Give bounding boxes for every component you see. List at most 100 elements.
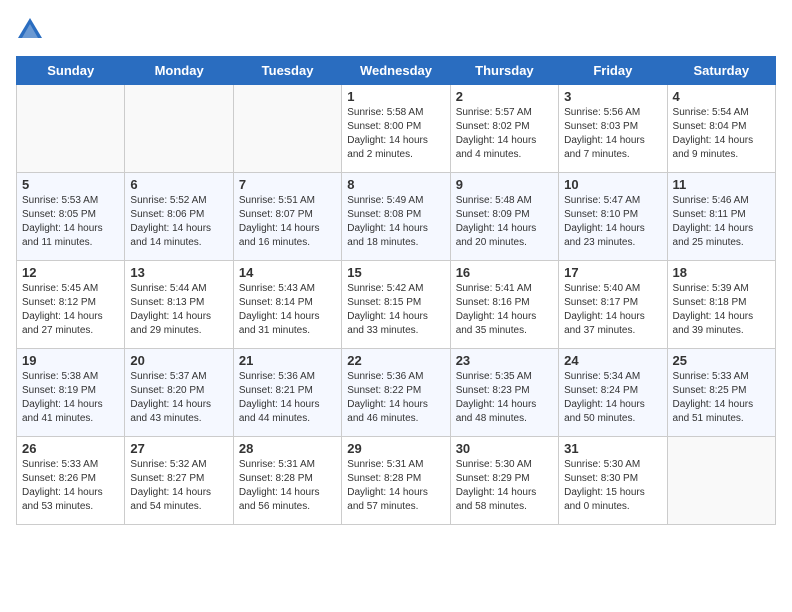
day-header-wednesday: Wednesday: [342, 57, 450, 85]
calendar-day-28: 28 Sunrise: 5:31 AMSunset: 8:28 PMDayligh…: [233, 437, 341, 525]
day-number: 3: [564, 89, 661, 104]
calendar-week-row: 1 Sunrise: 5:58 AMSunset: 8:00 PMDaylight…: [17, 85, 776, 173]
day-info: Sunrise: 5:39 AMSunset: 8:18 PMDaylight:…: [673, 282, 770, 338]
calendar-day-15: 15 Sunrise: 5:42 AMSunset: 8:15 PMDayligh…: [342, 261, 450, 349]
day-number: 31: [564, 441, 661, 456]
calendar-day-5: 5 Sunrise: 5:53 AMSunset: 8:05 PMDaylight…: [17, 173, 125, 261]
calendar-day-22: 22 Sunrise: 5:36 AMSunset: 8:22 PMDayligh…: [342, 349, 450, 437]
day-info: Sunrise: 5:48 AMSunset: 8:09 PMDaylight:…: [456, 194, 553, 250]
calendar-day-empty: [667, 437, 775, 525]
calendar-day-11: 11 Sunrise: 5:46 AMSunset: 8:11 PMDayligh…: [667, 173, 775, 261]
day-info: Sunrise: 5:58 AMSunset: 8:00 PMDaylight:…: [347, 106, 444, 162]
day-number: 12: [22, 265, 119, 280]
calendar-week-row: 12 Sunrise: 5:45 AMSunset: 8:12 PMDayligh…: [17, 261, 776, 349]
calendar-day-17: 17Sunrise: 5:40 AMSunset: 8:17 PMDayligh…: [559, 261, 667, 349]
day-number: 7: [239, 177, 336, 192]
day-header-thursday: Thursday: [450, 57, 558, 85]
calendar-day-1: 1 Sunrise: 5:58 AMSunset: 8:00 PMDaylight…: [342, 85, 450, 173]
calendar-day-14: 14Sunrise: 5:43 AMSunset: 8:14 PMDayligh…: [233, 261, 341, 349]
calendar-day-13: 13 Sunrise: 5:44 AMSunset: 8:13 PMDayligh…: [125, 261, 233, 349]
day-number: 18: [673, 265, 770, 280]
day-header-saturday: Saturday: [667, 57, 775, 85]
day-info: Sunrise: 5:37 AMSunset: 8:20 PMDaylight:…: [130, 370, 227, 426]
day-header-sunday: Sunday: [17, 57, 125, 85]
calendar-week-row: 5 Sunrise: 5:53 AMSunset: 8:05 PMDaylight…: [17, 173, 776, 261]
day-number: 15: [347, 265, 444, 280]
day-number: 25: [673, 353, 770, 368]
day-number: 28: [239, 441, 336, 456]
day-info: Sunrise: 5:38 AMSunset: 8:19 PMDaylight:…: [22, 370, 119, 426]
calendar-day-empty: [17, 85, 125, 173]
calendar-day-26: 26 Sunrise: 5:33 AMSunset: 8:26 PMDayligh…: [17, 437, 125, 525]
day-number: 2: [456, 89, 553, 104]
calendar-day-31: 31 Sunrise: 5:30 AMSunset: 8:30 PMDayligh…: [559, 437, 667, 525]
day-info: Sunrise: 5:34 AMSunset: 8:24 PMDaylight:…: [564, 370, 661, 426]
calendar-day-12: 12 Sunrise: 5:45 AMSunset: 8:12 PMDayligh…: [17, 261, 125, 349]
logo-icon: [16, 16, 44, 44]
day-info: Sunrise: 5:52 AMSunset: 8:06 PMDaylight:…: [130, 194, 227, 250]
calendar-day-19: 19 Sunrise: 5:38 AMSunset: 8:19 PMDayligh…: [17, 349, 125, 437]
calendar-day-25: 25 Sunrise: 5:33 AMSunset: 8:25 PMDayligh…: [667, 349, 775, 437]
day-info: Sunrise: 5:45 AMSunset: 8:12 PMDaylight:…: [22, 282, 119, 338]
day-number: 13: [130, 265, 227, 280]
day-number: 22: [347, 353, 444, 368]
day-number: 17: [564, 265, 661, 280]
day-info: Sunrise: 5:44 AMSunset: 8:13 PMDaylight:…: [130, 282, 227, 338]
calendar-day-9: 9 Sunrise: 5:48 AMSunset: 8:09 PMDaylight…: [450, 173, 558, 261]
day-info: Sunrise: 5:42 AMSunset: 8:15 PMDaylight:…: [347, 282, 444, 338]
calendar-day-3: 3 Sunrise: 5:56 AMSunset: 8:03 PMDaylight…: [559, 85, 667, 173]
logo: [16, 16, 48, 44]
day-number: 19: [22, 353, 119, 368]
day-number: 14: [239, 265, 336, 280]
calendar-day-29: 29 Sunrise: 5:31 AMSunset: 8:28 PMDayligh…: [342, 437, 450, 525]
day-number: 29: [347, 441, 444, 456]
calendar-day-18: 18 Sunrise: 5:39 AMSunset: 8:18 PMDayligh…: [667, 261, 775, 349]
calendar-day-20: 20 Sunrise: 5:37 AMSunset: 8:20 PMDayligh…: [125, 349, 233, 437]
day-header-tuesday: Tuesday: [233, 57, 341, 85]
page-header: [16, 16, 776, 44]
calendar-day-21: 21Sunrise: 5:36 AMSunset: 8:21 PMDayligh…: [233, 349, 341, 437]
day-info: Sunrise: 5:33 AMSunset: 8:26 PMDaylight:…: [22, 458, 119, 514]
calendar-day-empty: [233, 85, 341, 173]
day-number: 20: [130, 353, 227, 368]
day-info: Sunrise: 5:41 AMSunset: 8:16 PMDaylight:…: [456, 282, 553, 338]
day-info: Sunrise: 5:32 AMSunset: 8:27 PMDaylight:…: [130, 458, 227, 514]
day-number: 30: [456, 441, 553, 456]
day-info: Sunrise: 5:54 AMSunset: 8:04 PMDaylight:…: [673, 106, 770, 162]
day-number: 4: [673, 89, 770, 104]
day-number: 9: [456, 177, 553, 192]
day-number: 5: [22, 177, 119, 192]
calendar-day-6: 6Sunrise: 5:52 AMSunset: 8:06 PMDaylight…: [125, 173, 233, 261]
calendar-header-row: SundayMondayTuesdayWednesdayThursdayFrid…: [17, 57, 776, 85]
day-number: 11: [673, 177, 770, 192]
day-info: Sunrise: 5:51 AMSunset: 8:07 PMDaylight:…: [239, 194, 336, 250]
day-number: 21: [239, 353, 336, 368]
calendar-day-2: 2Sunrise: 5:57 AMSunset: 8:02 PMDaylight…: [450, 85, 558, 173]
day-header-monday: Monday: [125, 57, 233, 85]
calendar-table: SundayMondayTuesdayWednesdayThursdayFrid…: [16, 56, 776, 525]
day-info: Sunrise: 5:35 AMSunset: 8:23 PMDaylight:…: [456, 370, 553, 426]
day-info: Sunrise: 5:30 AMSunset: 8:30 PMDaylight:…: [564, 458, 661, 514]
calendar-day-empty: [125, 85, 233, 173]
day-number: 8: [347, 177, 444, 192]
day-info: Sunrise: 5:46 AMSunset: 8:11 PMDaylight:…: [673, 194, 770, 250]
day-info: Sunrise: 5:31 AMSunset: 8:28 PMDaylight:…: [347, 458, 444, 514]
calendar-day-24: 24Sunrise: 5:34 AMSunset: 8:24 PMDayligh…: [559, 349, 667, 437]
day-number: 16: [456, 265, 553, 280]
day-info: Sunrise: 5:31 AMSunset: 8:28 PMDaylight:…: [239, 458, 336, 514]
day-number: 27: [130, 441, 227, 456]
day-number: 1: [347, 89, 444, 104]
day-info: Sunrise: 5:36 AMSunset: 8:22 PMDaylight:…: [347, 370, 444, 426]
calendar-day-4: 4 Sunrise: 5:54 AMSunset: 8:04 PMDaylight…: [667, 85, 775, 173]
calendar-day-23: 23 Sunrise: 5:35 AMSunset: 8:23 PMDayligh…: [450, 349, 558, 437]
day-number: 26: [22, 441, 119, 456]
calendar-day-30: 30Sunrise: 5:30 AMSunset: 8:29 PMDayligh…: [450, 437, 558, 525]
calendar-week-row: 19 Sunrise: 5:38 AMSunset: 8:19 PMDayligh…: [17, 349, 776, 437]
day-number: 23: [456, 353, 553, 368]
day-info: Sunrise: 5:56 AMSunset: 8:03 PMDaylight:…: [564, 106, 661, 162]
day-info: Sunrise: 5:47 AMSunset: 8:10 PMDaylight:…: [564, 194, 661, 250]
calendar-week-row: 26 Sunrise: 5:33 AMSunset: 8:26 PMDayligh…: [17, 437, 776, 525]
day-info: Sunrise: 5:53 AMSunset: 8:05 PMDaylight:…: [22, 194, 119, 250]
day-info: Sunrise: 5:33 AMSunset: 8:25 PMDaylight:…: [673, 370, 770, 426]
day-info: Sunrise: 5:49 AMSunset: 8:08 PMDaylight:…: [347, 194, 444, 250]
